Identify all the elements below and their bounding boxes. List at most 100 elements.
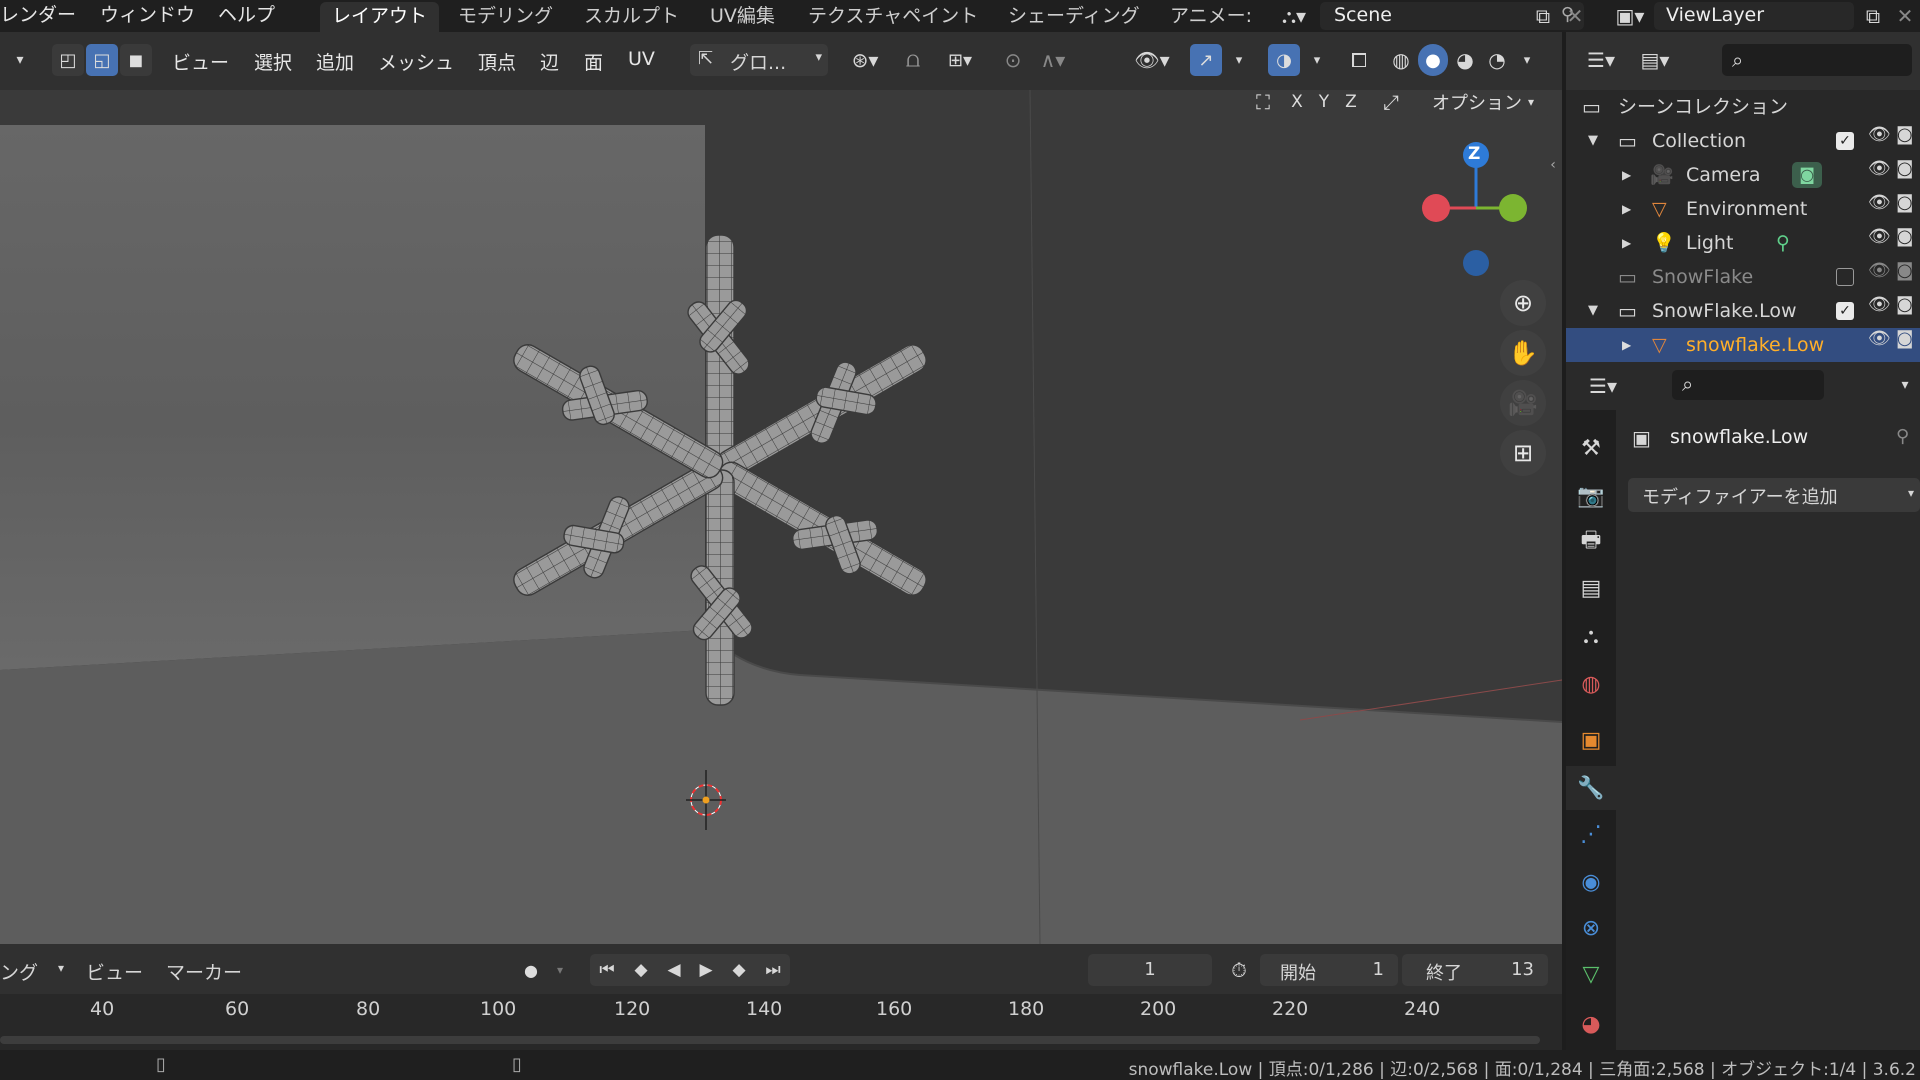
xray-icon[interactable]: ⧠ <box>1344 44 1374 76</box>
menu-select[interactable]: 選択 <box>254 48 292 75</box>
tab-tool[interactable]: ⚒ <box>1566 426 1616 470</box>
material-shading-icon[interactable]: ◕ <box>1450 44 1480 76</box>
render-camera-icon[interactable]: ◙ <box>1896 192 1913 213</box>
rendered-shading-icon[interactable]: ◔ <box>1482 44 1512 76</box>
pan-button[interactable]: ✋ <box>1500 330 1546 376</box>
topology-options-icon[interactable]: ⤢ <box>1376 90 1406 118</box>
tab-modifiers[interactable]: 🔧 <box>1566 766 1616 810</box>
tab-object[interactable]: ▣ <box>1566 718 1616 762</box>
mode-dropdown-chevron-icon[interactable]: ▾ <box>0 44 40 76</box>
menu-face[interactable]: 面 <box>584 48 603 75</box>
expand-icon[interactable]: ▼ <box>1588 294 1598 328</box>
add-modifier-dropdown[interactable]: モディファイアーを追加 ▾ <box>1628 478 1920 512</box>
menu-window[interactable]: ウィンドウ <box>100 0 195 32</box>
properties-chevron-icon[interactable]: ▾ <box>1892 370 1918 400</box>
gizmo-toggle-button[interactable]: ↗ <box>1190 44 1222 76</box>
render-camera-icon[interactable]: ◙ <box>1896 328 1913 349</box>
tab-particles[interactable]: ⋰ <box>1566 812 1616 856</box>
ortho-toggle-button[interactable]: ⊞ <box>1500 430 1546 476</box>
record-icon[interactable]: ● <box>514 954 548 986</box>
snap-icon[interactable]: ⩍ <box>896 44 930 76</box>
mirror-x-button[interactable]: X <box>1284 90 1310 116</box>
outliner-scene-collection[interactable]: ▭ シーンコレクション <box>1566 90 1920 124</box>
tab-layout[interactable]: レイアウト <box>320 2 440 32</box>
visibility-icon[interactable]: 👁▾ <box>1128 44 1176 76</box>
tab-data[interactable]: ▽ <box>1566 952 1616 996</box>
menu-render[interactable]: レンダー <box>0 0 76 32</box>
tab-texture-paint[interactable]: テクスチャペイント <box>796 2 990 32</box>
menu-help[interactable]: ヘルプ <box>218 0 275 32</box>
properties-search-input[interactable]: ⌕ <box>1672 370 1824 400</box>
outliner-item-light[interactable]: ▶ 💡 Light ⚲ <box>1566 226 1920 260</box>
mirror-options-icon[interactable]: ⛶ <box>1248 90 1278 118</box>
expand-icon[interactable]: ▶ <box>1622 192 1631 226</box>
scene-selector-icon[interactable]: ⛬▾ <box>1272 2 1316 30</box>
exclude-checkbox[interactable]: ✓ <box>1836 302 1854 320</box>
render-camera-icon[interactable]: ◙ <box>1896 294 1913 315</box>
proportional-edit-icon[interactable]: ⊙ <box>998 44 1028 76</box>
options-dropdown[interactable]: オプション ▾ <box>1418 90 1548 118</box>
eye-icon[interactable]: 👁 <box>1868 158 1891 179</box>
eye-icon[interactable]: 👁 <box>1868 260 1891 281</box>
zoom-button[interactable]: ⊕ <box>1500 280 1546 326</box>
overlay-toggle-button[interactable]: ◑ <box>1268 44 1300 76</box>
sidebar-toggle-icon[interactable]: ‹ <box>1544 150 1562 180</box>
outliner-item-snowflake-low[interactable]: ▶ ▽ snowflake.Low <box>1566 328 1920 362</box>
tab-view-layer[interactable]: ▤ <box>1566 566 1616 610</box>
solid-shading-button[interactable]: ● <box>1418 44 1448 76</box>
jump-end-icon[interactable]: ⏭ <box>756 954 790 986</box>
jump-start-icon[interactable]: ⏮ <box>590 954 624 986</box>
next-keyframe-icon[interactable]: ◆ <box>722 954 756 986</box>
menu-mesh[interactable]: メッシュ <box>378 48 454 75</box>
view-layer-selector-icon[interactable]: ▣▾ <box>1606 2 1654 30</box>
editor-type-icon[interactable]: ☰▾ <box>1578 44 1624 76</box>
timeline-scrollbar[interactable] <box>0 1036 1540 1044</box>
expand-icon[interactable]: ▼ <box>1588 124 1598 158</box>
tab-physics[interactable]: ◉ <box>1566 860 1616 904</box>
timeline-menu-marker[interactable]: マーカー <box>166 958 242 985</box>
properties-editor-type-icon[interactable]: ☰▾ <box>1578 370 1628 402</box>
tab-modeling[interactable]: モデリング <box>446 2 565 32</box>
edge-select-button[interactable]: ◱ <box>86 44 118 76</box>
render-camera-icon[interactable]: ◙ <box>1896 260 1913 281</box>
face-select-button[interactable]: ◼ <box>120 44 152 76</box>
outliner-item-snowflake[interactable]: ▭ SnowFlake <box>1566 260 1920 294</box>
render-camera-icon[interactable]: ◙ <box>1896 158 1913 179</box>
vertex-select-button[interactable]: ◰ <box>52 44 84 76</box>
play-icon[interactable]: ▶ <box>690 954 722 986</box>
current-frame-field[interactable]: 1 <box>1088 954 1212 986</box>
eye-icon[interactable]: 👁 <box>1868 192 1891 213</box>
exclude-checkbox[interactable] <box>1836 268 1854 286</box>
tab-animation[interactable]: アニメー: <box>1158 2 1254 32</box>
light-data-icon[interactable]: ⚲ <box>1776 226 1790 260</box>
eye-icon[interactable]: 👁 <box>1868 294 1891 315</box>
tab-world[interactable]: ◍ <box>1566 662 1616 706</box>
eye-icon[interactable]: 👁 <box>1868 328 1891 349</box>
tab-sculpt[interactable]: スカルプト <box>572 2 691 32</box>
render-camera-icon[interactable]: ◙ <box>1896 226 1913 247</box>
tab-shading[interactable]: シェーディング <box>996 2 1152 32</box>
mirror-z-button[interactable]: Z <box>1338 90 1364 116</box>
tab-uv-editing[interactable]: UV編集 <box>698 2 787 32</box>
pivot-point-icon[interactable]: ⊛▾ <box>842 44 888 76</box>
display-mode-icon[interactable]: ▤▾ <box>1632 44 1678 76</box>
eye-icon[interactable]: 👁 <box>1868 226 1891 247</box>
menu-edge[interactable]: 辺 <box>540 48 559 75</box>
stopwatch-icon[interactable]: ⏱ <box>1222 954 1256 986</box>
playback-dropdown[interactable]: ング ▾ <box>0 954 68 986</box>
outliner-search-input[interactable]: ⌕ <box>1722 44 1912 76</box>
camera-view-button[interactable]: 🎥 <box>1500 380 1546 426</box>
exclude-checkbox[interactable]: ✓ <box>1836 132 1854 150</box>
tab-output[interactable]: 🖶 <box>1566 520 1616 564</box>
gizmo-chevron-icon[interactable]: ▾ <box>1226 44 1252 76</box>
mirror-y-button[interactable]: Y <box>1311 90 1337 116</box>
prev-keyframe-icon[interactable]: ◆ <box>624 954 658 986</box>
menu-view[interactable]: ビュー <box>172 48 229 75</box>
delete-view-layer-icon[interactable]: ✕ <box>1892 2 1918 30</box>
expand-icon[interactable]: ▶ <box>1622 226 1631 260</box>
proportional-falloff-icon[interactable]: ∧▾ <box>1030 44 1076 76</box>
snap-target-icon[interactable]: ⊞▾ <box>934 44 986 76</box>
expand-icon[interactable]: ▶ <box>1622 158 1631 192</box>
menu-uv[interactable]: UV <box>628 48 655 70</box>
start-frame-field[interactable]: 開始 1 <box>1260 954 1398 986</box>
